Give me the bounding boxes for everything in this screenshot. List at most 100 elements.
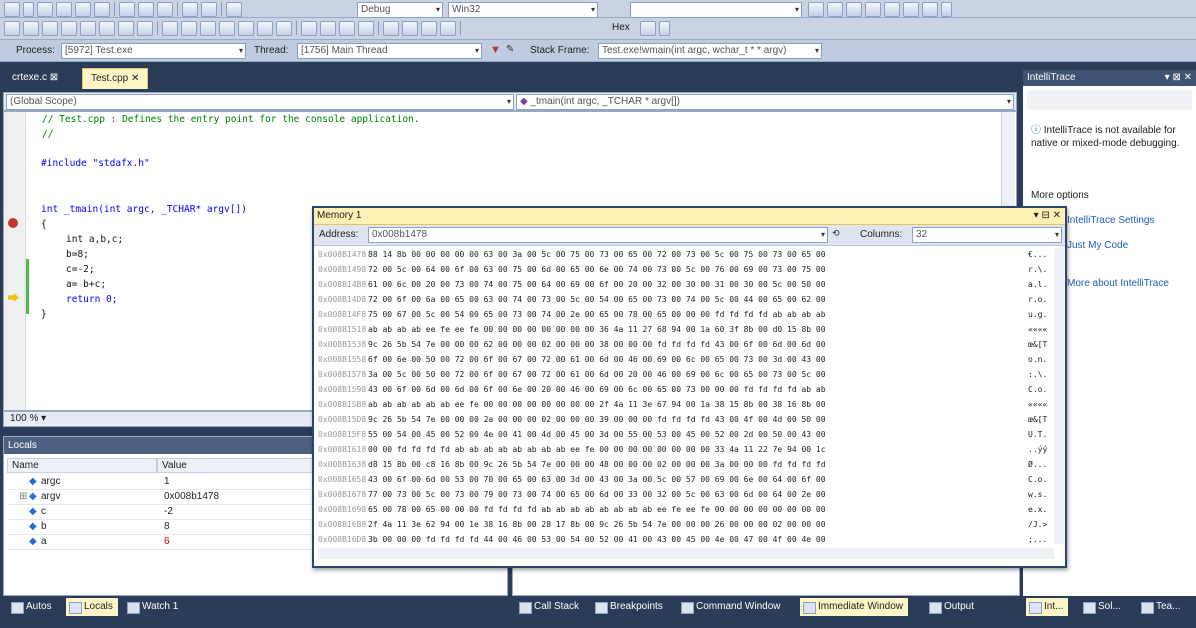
separator <box>114 2 115 16</box>
breakpoint-windows-icon[interactable] <box>640 21 656 36</box>
dropdown-icon[interactable] <box>941 2 952 17</box>
tab-command-window[interactable]: Command Window <box>678 598 785 616</box>
column-header-name[interactable]: Name <box>7 458 157 473</box>
add-item-icon[interactable] <box>37 2 53 17</box>
tab-breakpoints[interactable]: Breakpoints <box>592 598 668 616</box>
clear-bookmarks-icon[interactable] <box>137 21 153 36</box>
flag-icon[interactable]: ✎ <box>506 44 514 55</box>
solution-explorer-icon[interactable] <box>827 2 843 17</box>
tab-immediate-window[interactable]: Immediate Window <box>800 598 909 616</box>
tab-call-stack[interactable]: Call Stack <box>516 598 584 616</box>
process-combo[interactable]: [5972] Test.exe ▾ <box>61 43 246 59</box>
step-into-icon[interactable] <box>402 21 418 36</box>
show-next-statement-icon[interactable] <box>383 21 399 36</box>
break-all-icon[interactable] <box>320 21 336 36</box>
bookmark-icon[interactable] <box>80 21 96 36</box>
tab-intellitrace[interactable]: Int... <box>1026 598 1069 616</box>
tab-autos[interactable]: Autos <box>8 598 57 616</box>
memory-hex-bytes: 6f 00 6e 00 50 00 72 00 6f 00 67 00 72 0… <box>368 355 826 364</box>
just-my-code-link[interactable]: Just My Code <box>1067 240 1128 251</box>
toolbox-icon[interactable] <box>865 2 881 17</box>
window-icon[interactable] <box>238 21 254 36</box>
tab-output[interactable]: Output <box>926 598 979 616</box>
outdent-icon[interactable] <box>61 21 77 36</box>
comment-icon[interactable] <box>4 21 20 36</box>
memory-hex-bytes: 72 00 5c 00 64 00 6f 00 63 00 75 00 6d 0… <box>368 265 826 274</box>
start-page-icon[interactable] <box>903 2 919 17</box>
memory-vertical-scrollbar[interactable] <box>1054 248 1064 544</box>
class-view-icon[interactable] <box>884 2 900 17</box>
tab-locals[interactable]: Locals <box>66 598 118 616</box>
tab-team-explorer[interactable]: Tea... <box>1138 598 1185 616</box>
window-controls[interactable]: ▾ ⊟ ✕ <box>1034 208 1061 224</box>
window-icon[interactable] <box>257 21 273 36</box>
scope-combo[interactable]: (Global Scope) ▾ <box>6 94 514 110</box>
reevaluate-icon[interactable]: ⟲ <box>832 228 840 239</box>
step-over-icon[interactable] <box>421 21 437 36</box>
stack-frame-value: Test.exe!wmain(int argc, wchar_t * * arg… <box>602 45 787 56</box>
columns-combo[interactable]: 32 ▾ <box>912 227 1062 243</box>
new-project-icon[interactable] <box>4 2 20 17</box>
code-line: int _tmain(int argc, _TCHAR* argv[]) <box>41 204 247 215</box>
find-in-files-icon[interactable] <box>808 2 824 17</box>
filter-threads-icon[interactable]: ▼ <box>490 44 501 56</box>
continue-icon[interactable] <box>301 21 317 36</box>
code-line: b=8; <box>66 249 89 260</box>
close-icon[interactable]: ▾ ⊠ ✕ <box>1165 70 1192 86</box>
restart-icon[interactable] <box>358 21 374 36</box>
window-icon[interactable] <box>219 21 235 36</box>
prev-bookmark-icon[interactable] <box>99 21 115 36</box>
indent-icon[interactable] <box>42 21 58 36</box>
save-icon[interactable] <box>75 2 91 17</box>
start-debugging-icon[interactable] <box>226 2 242 17</box>
find-combo[interactable]: ▾ <box>630 2 802 18</box>
intellitrace-settings-link[interactable]: IntelliTrace Settings <box>1067 215 1154 226</box>
memory-address: 0x008B1658 <box>318 475 367 484</box>
tab-crtexe[interactable]: crtexe.c ⊠ <box>4 68 66 88</box>
cut-icon[interactable] <box>119 2 135 17</box>
stop-debugging-icon[interactable] <box>339 21 355 36</box>
chevron-down-icon: ▾ <box>814 46 819 55</box>
indicator-margin[interactable] <box>4 112 26 410</box>
solution-platform-combo[interactable]: Win32 ▾ <box>448 2 598 18</box>
memory-hex-bytes: 3b 00 00 00 fd fd fd fd 44 00 46 00 53 0… <box>368 535 826 544</box>
chevron-down-icon: ▾ <box>474 46 479 55</box>
copy-icon[interactable] <box>138 2 154 17</box>
dropdown-icon[interactable] <box>23 2 34 17</box>
stack-frame-combo[interactable]: Test.exe!wmain(int argc, wchar_t * * arg… <box>598 43 822 59</box>
uncomment-icon[interactable] <box>23 21 39 36</box>
window-icon[interactable] <box>200 21 216 36</box>
address-label: Address: <box>319 229 359 240</box>
open-file-icon[interactable] <box>56 2 72 17</box>
zoom-level[interactable]: 100 % <box>10 413 38 424</box>
solution-config-combo[interactable]: Debug ▾ <box>357 2 443 18</box>
undo-icon[interactable] <box>182 2 198 17</box>
breakpoints-icon <box>595 602 608 614</box>
paste-icon[interactable] <box>157 2 173 17</box>
window-icon[interactable] <box>162 21 178 36</box>
thread-combo[interactable]: [1756] Main Thread ▾ <box>297 43 482 59</box>
extension-manager-icon[interactable] <box>922 2 938 17</box>
pin-icon[interactable]: ⊠ <box>50 72 58 83</box>
expand-icon[interactable]: ⊞ <box>19 490 27 503</box>
memory-horizontal-scrollbar[interactable] <box>318 548 1054 559</box>
next-bookmark-icon[interactable] <box>118 21 134 36</box>
breakpoint-icon[interactable] <box>8 218 18 228</box>
memory-title-bar[interactable]: Memory 1 ▾ ⊟ ✕ <box>314 208 1065 225</box>
tab-test-cpp[interactable]: Test.cpp ✕ <box>82 68 149 89</box>
more-about-intellitrace-link[interactable]: More about IntelliTrace <box>1067 278 1169 289</box>
tab-watch[interactable]: Watch 1 <box>124 598 183 616</box>
memory-address: 0x008B1558 <box>318 355 367 364</box>
hex-toggle[interactable]: Hex <box>612 22 630 33</box>
save-all-icon[interactable] <box>94 2 110 17</box>
dropdown-icon[interactable] <box>659 21 670 36</box>
window-icon[interactable] <box>276 21 292 36</box>
tab-solution-explorer[interactable]: Sol... <box>1080 598 1126 616</box>
close-icon[interactable]: ✕ <box>131 73 139 84</box>
properties-icon[interactable] <box>846 2 862 17</box>
member-combo[interactable]: ◆ _tmain(int argc, _TCHAR * argv[]) ▾ <box>516 94 1014 110</box>
address-input[interactable]: 0x008b1478 ▾ <box>368 227 828 243</box>
redo-icon[interactable] <box>201 2 217 17</box>
window-icon[interactable] <box>181 21 197 36</box>
step-out-icon[interactable] <box>440 21 456 36</box>
